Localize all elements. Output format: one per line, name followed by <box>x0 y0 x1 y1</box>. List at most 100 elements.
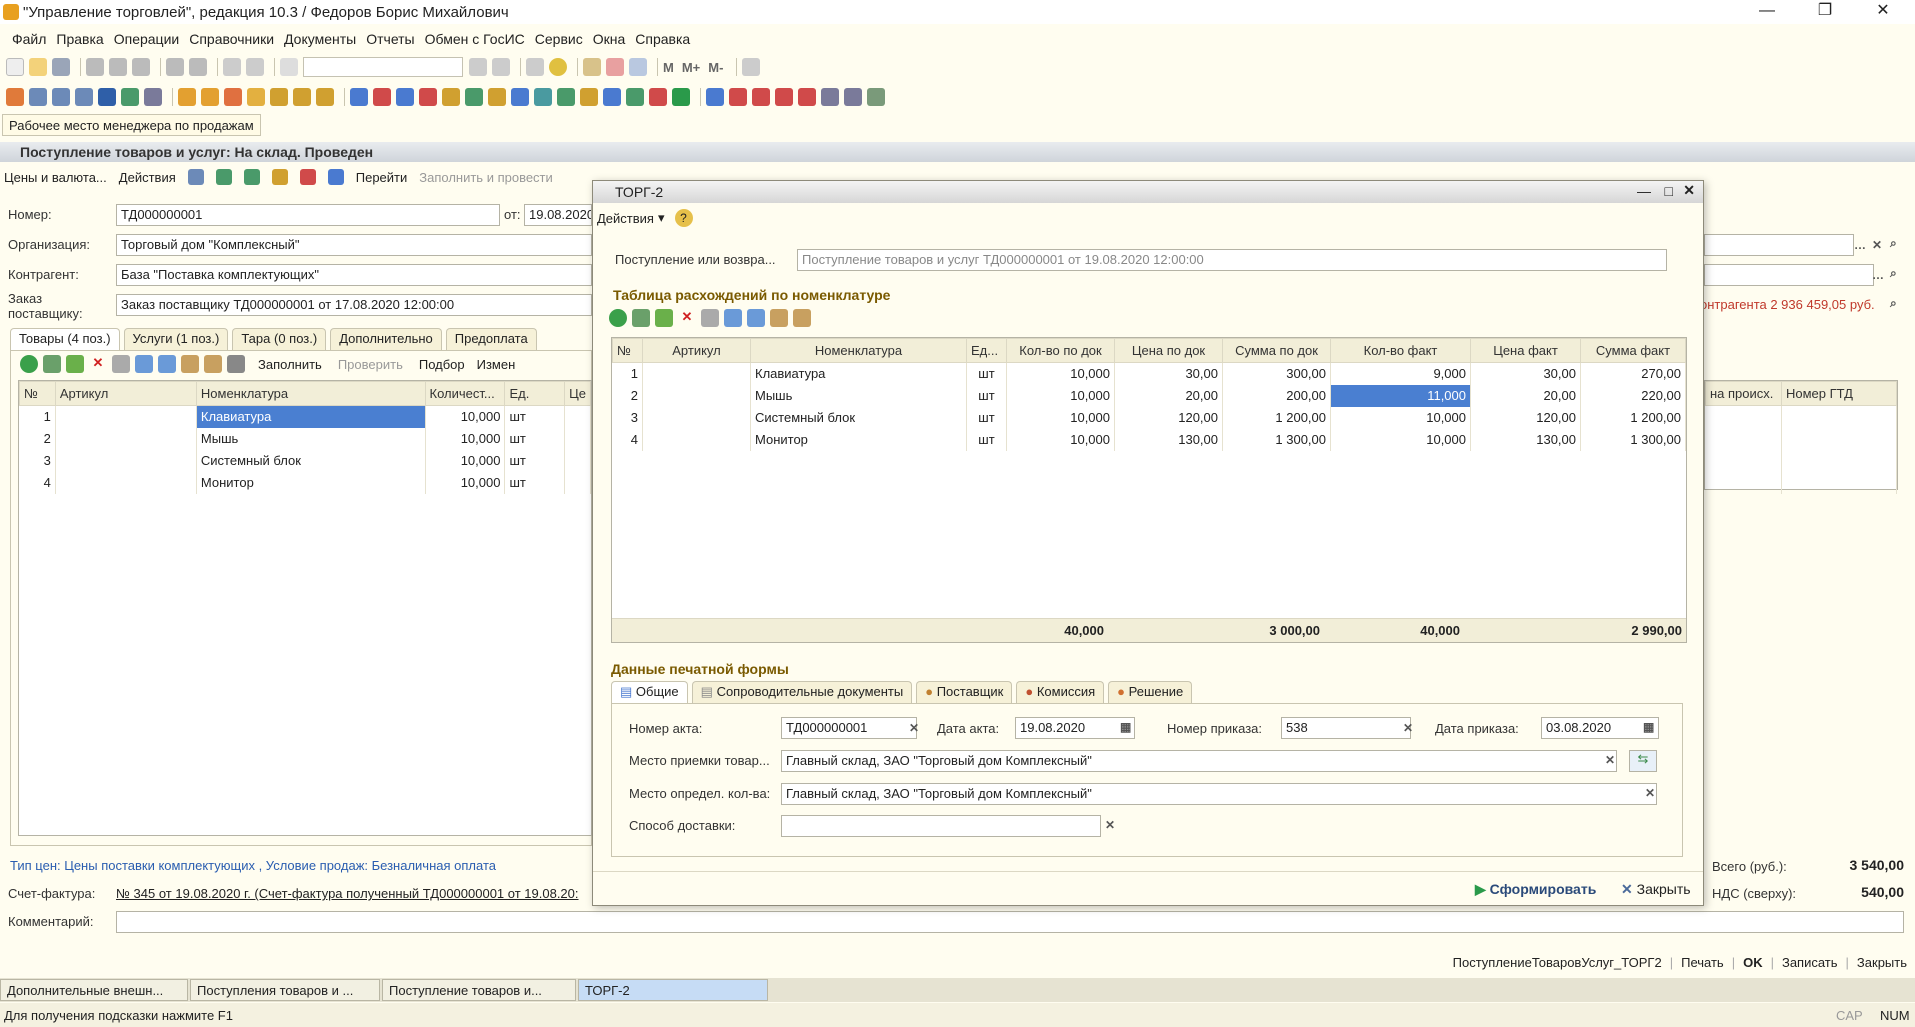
col-nomenclature[interactable]: Номенклатура <box>195 381 426 406</box>
open-icon[interactable] <box>29 58 47 76</box>
goods7-icon[interactable] <box>316 88 334 106</box>
tab-additional[interactable]: Дополнительно <box>330 328 442 350</box>
row-qty-fact[interactable]: 9,000 <box>1330 362 1471 385</box>
table-row[interactable]: 4 Монитор 10,000 шт <box>19 471 591 494</box>
memory-minus-icon[interactable]: M- <box>708 60 723 75</box>
table-row[interactable]: 1 Клавиатура шт 10,000 30,00 300,00 9,00… <box>612 362 1686 385</box>
doc1-icon[interactable] <box>350 88 368 106</box>
col-qty-fact[interactable]: Кол-во факт <box>1330 338 1471 363</box>
org-choose-button[interactable]: … <box>1854 238 1866 252</box>
change-button[interactable]: Измен <box>477 357 516 372</box>
doc4-icon[interactable] <box>419 88 437 106</box>
tab-supplier[interactable]: ● Поставщик <box>916 681 1013 703</box>
menu-exchange[interactable]: Обмен с ГосИС <box>425 31 525 47</box>
doc13-icon[interactable] <box>626 88 644 106</box>
org-field-tail[interactable] <box>1704 234 1854 256</box>
row-qty-fact[interactable]: 10,000 <box>1330 428 1471 451</box>
doc19-icon[interactable] <box>775 88 793 106</box>
memory-m-icon[interactable]: M <box>663 60 674 75</box>
undo-icon[interactable] <box>223 58 241 76</box>
search-input[interactable] <box>303 57 463 77</box>
doc22-icon[interactable] <box>844 88 862 106</box>
delivery-clear-icon[interactable]: ✕ <box>1105 818 1115 832</box>
row-price-fact[interactable]: 130,00 <box>1470 428 1581 451</box>
tab-goods[interactable]: Товары (4 поз.) <box>10 328 120 350</box>
tab-prepayment[interactable]: Предоплата <box>445 328 537 350</box>
src-field[interactable]: Поступление товаров и услуг ТД000000001 … <box>797 249 1667 271</box>
act-no-clear-icon[interactable]: ✕ <box>909 721 919 735</box>
minimize-button[interactable]: — <box>1744 0 1790 24</box>
place-accept-clear-icon[interactable]: ✕ <box>1605 753 1615 767</box>
sort-asc-icon[interactable] <box>181 355 199 373</box>
fill-and-post-button[interactable]: Заполнить и провести <box>419 170 553 185</box>
form-button[interactable]: ▶ Сформировать <box>1475 881 1596 898</box>
add-row-icon[interactable] <box>609 309 627 327</box>
contr-field[interactable]: База "Поставка комплектующих" <box>116 264 592 286</box>
org-field[interactable]: Торговый дом "Комплексный" <box>116 234 592 256</box>
doc18-icon[interactable] <box>752 88 770 106</box>
comment-field[interactable] <box>116 911 1904 933</box>
table-row[interactable]: 1 Клавиатура 10,000 шт <box>19 405 591 428</box>
contr-choose-button[interactable]: … <box>1872 268 1884 282</box>
order-no-field[interactable]: 538 <box>1281 717 1411 739</box>
sort-desc-icon[interactable] <box>204 355 222 373</box>
row-nomenclature[interactable]: Мышь <box>196 427 426 450</box>
row-nomenclature[interactable]: Мышь <box>750 384 967 407</box>
price-type-link[interactable]: Тип цен: Цены поставки комплектующих , У… <box>10 858 496 873</box>
print-icon[interactable] <box>166 58 184 76</box>
tab-decision[interactable]: ● Решение <box>1108 681 1193 703</box>
col-sum-fact[interactable]: Сумма факт <box>1580 338 1686 363</box>
col-origin[interactable]: на происх. <box>1705 381 1782 406</box>
torg2-close-icon[interactable]: ✕ <box>1683 182 1695 199</box>
row-price-fact[interactable]: 30,00 <box>1470 362 1581 385</box>
goods6-icon[interactable] <box>293 88 311 106</box>
doc21-icon[interactable] <box>821 88 839 106</box>
menu-edit[interactable]: Правка <box>56 31 103 47</box>
doc-actions-button[interactable]: Действия <box>119 170 176 185</box>
row-price-fact[interactable]: 20,00 <box>1470 384 1581 407</box>
col-article[interactable]: Артикул <box>642 338 751 363</box>
unpost-icon[interactable] <box>299 169 316 185</box>
doc-close-button[interactable]: Закрыть <box>1857 955 1907 970</box>
doc8-icon[interactable] <box>511 88 529 106</box>
warehouse-icon[interactable] <box>121 88 139 106</box>
restore-button[interactable]: ❐ <box>1802 0 1848 24</box>
org-open-icon[interactable]: ⌕ <box>1890 236 1897 251</box>
sort-asc-icon[interactable] <box>770 309 788 327</box>
calendar-icon[interactable] <box>606 58 624 76</box>
col-qty[interactable]: Количест... <box>424 381 506 406</box>
delivery-field[interactable] <box>781 815 1101 837</box>
place-count-clear-icon[interactable]: ✕ <box>1645 786 1655 800</box>
goods3-icon[interactable] <box>224 88 242 106</box>
write-button[interactable]: Записать <box>1782 955 1838 970</box>
menu-help[interactable]: Справка <box>635 31 690 47</box>
task-torg2[interactable]: ТОРГ-2 <box>578 979 768 1001</box>
fill-button[interactable]: Заполнить <box>258 357 322 372</box>
doc20-icon[interactable] <box>798 88 816 106</box>
edit-row-icon[interactable] <box>66 355 84 373</box>
doc11-icon[interactable] <box>580 88 598 106</box>
menu-reports[interactable]: Отчеты <box>366 31 414 47</box>
task-receipts-list[interactable]: Поступления товаров и ... <box>190 979 380 1001</box>
contr-field-tail[interactable] <box>1704 264 1874 286</box>
people-icon[interactable] <box>98 88 116 106</box>
tab-commission[interactable]: ● Комиссия <box>1016 681 1105 703</box>
task-external[interactable]: Дополнительные внешн... <box>0 979 188 1001</box>
doc3-icon[interactable] <box>396 88 414 106</box>
delete-row-icon[interactable]: ✕ <box>89 355 107 373</box>
pick-button[interactable]: Подбор <box>419 357 465 372</box>
place-count-field[interactable]: Главный склад, ЗАО "Торговый дом Комплек… <box>781 783 1657 805</box>
order-open-icon[interactable]: ⌕ <box>1890 296 1897 311</box>
order-field[interactable]: Заказ поставщику ТД000000001 от 17.08.20… <box>116 294 592 316</box>
based-on-icon[interactable] <box>327 169 344 185</box>
memory-plus-icon[interactable]: M+ <box>682 60 700 75</box>
menu-operations[interactable]: Операции <box>114 31 180 47</box>
menu-catalogs[interactable]: Справочники <box>189 31 274 47</box>
act-no-field[interactable]: ТД000000001 <box>781 717 917 739</box>
doc14-icon[interactable] <box>649 88 667 106</box>
doc15-icon[interactable] <box>672 88 690 106</box>
col-unit[interactable]: Ед... <box>966 338 1007 363</box>
search-icon[interactable] <box>280 58 298 76</box>
row-qty[interactable]: 10,000 <box>425 405 506 428</box>
save-icon[interactable] <box>52 58 70 76</box>
